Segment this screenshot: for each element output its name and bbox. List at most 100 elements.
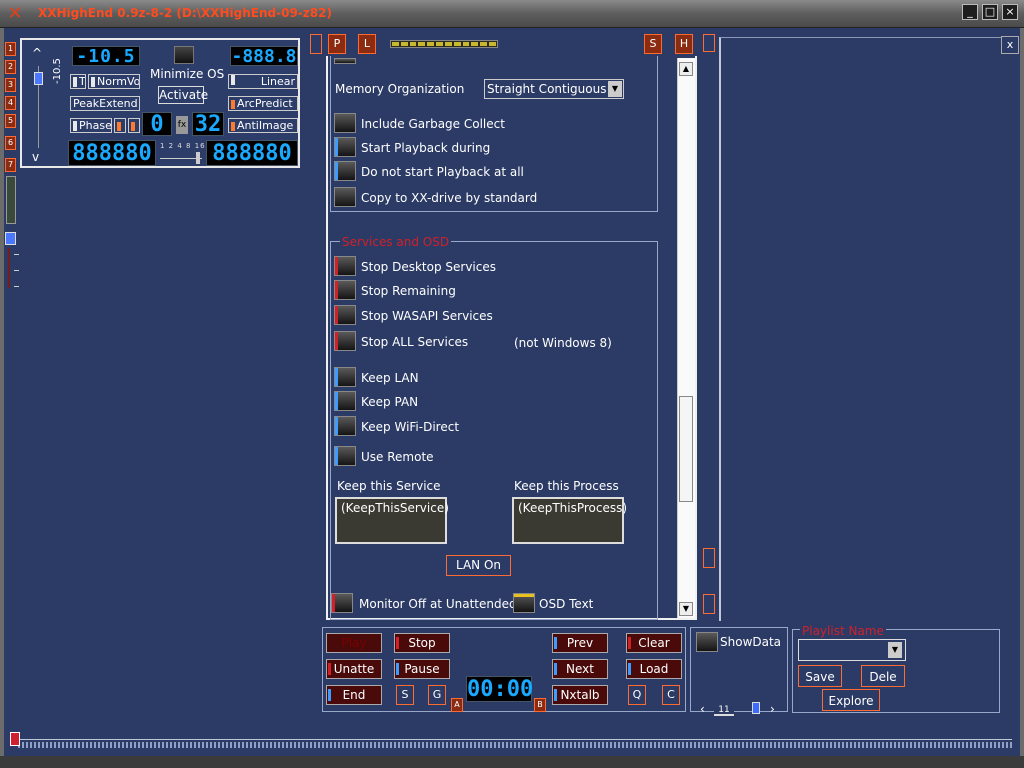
next-button[interactable]: Next [552, 659, 608, 679]
pause-button[interactable]: Pause [394, 659, 450, 679]
fx-button[interactable]: fx [176, 116, 188, 134]
unattended-button[interactable]: Unatte [326, 659, 382, 679]
b-marker-button[interactable]: B [534, 698, 546, 712]
strip-button-5[interactable]: 5 [5, 114, 16, 128]
volume-display: -10.5 [72, 46, 140, 67]
hidden-checkbox[interactable] [334, 58, 356, 64]
settings-scrollbar[interactable] [677, 58, 695, 618]
side-marker[interactable] [703, 594, 715, 614]
peak-extend-toggle[interactable]: PeakExtend [70, 96, 140, 111]
volume-slider-thumb[interactable] [34, 72, 43, 85]
keep-pan-checkbox[interactable] [334, 391, 356, 411]
monitor-off-checkbox[interactable] [331, 593, 353, 613]
position-thumb[interactable] [10, 732, 20, 746]
keep-process-input[interactable]: (KeepThisProcess) [512, 497, 627, 544]
c-button[interactable]: C [662, 685, 680, 705]
strip-button-7[interactable]: 7 [5, 158, 16, 172]
s-transport-button[interactable]: S [396, 685, 414, 705]
page-slider-thumb[interactable] [752, 702, 760, 714]
stop-desktop-label: Stop Desktop Services [361, 260, 496, 274]
h-button[interactable]: H [675, 34, 693, 54]
app-logo-icon[interactable]: ✕ [4, 3, 26, 25]
page-prev-icon[interactable]: ‹ [700, 702, 705, 716]
control-panel: ^ v -10.5 -10.5 Minimize OS -888.8 T Nor… [20, 38, 300, 168]
end-button[interactable]: End [326, 685, 382, 705]
keep-lan-checkbox[interactable] [334, 367, 356, 387]
stop-wasapi-checkbox[interactable] [334, 305, 356, 325]
scroll-up-icon[interactable]: ▲ [679, 62, 693, 76]
phase-toggle[interactable]: Phase [70, 118, 112, 133]
keep-service-input[interactable]: (KeepThisService) [335, 497, 449, 544]
scroll-down-icon[interactable]: ▼ [679, 602, 693, 616]
upsample-slider-thumb[interactable] [196, 152, 200, 164]
strip-button-6[interactable]: 6 [5, 136, 16, 150]
phase-sub-toggle-1[interactable] [114, 118, 126, 133]
side-marker[interactable] [703, 548, 715, 568]
next-album-button[interactable]: Nxtalb [552, 685, 608, 705]
t-toggle[interactable]: T [70, 74, 86, 89]
stop-desktop-checkbox[interactable] [334, 256, 356, 276]
side-marker[interactable] [310, 34, 322, 54]
start-playback-during-checkbox[interactable] [334, 137, 356, 157]
osd-text-checkbox[interactable] [513, 593, 535, 613]
stop-all-checkbox[interactable] [334, 331, 356, 351]
strip-button-2[interactable]: 2 [5, 60, 16, 74]
right-pane-close-button[interactable]: x [1001, 36, 1019, 54]
anti-image-toggle[interactable]: AntiImage [228, 118, 298, 133]
copy-xx-drive-checkbox[interactable] [334, 187, 356, 207]
phase-sub-toggle-2[interactable] [128, 118, 140, 133]
save-playlist-button[interactable]: Save [798, 665, 842, 687]
clear-button[interactable]: Clear [626, 633, 682, 653]
do-not-start-checkbox[interactable] [334, 161, 356, 181]
activate-button[interactable]: Activate [158, 86, 208, 104]
chevron-down-icon[interactable]: ▼ [608, 81, 622, 97]
s-button[interactable]: S [644, 34, 662, 54]
lan-on-button[interactable]: LAN On [446, 555, 511, 576]
normvol-toggle[interactable]: NormVo [88, 74, 140, 89]
level-bar [6, 176, 16, 224]
level-slider-thumb[interactable] [5, 232, 16, 245]
keep-process-label: Keep this Process [514, 479, 619, 493]
explore-button[interactable]: Explore [822, 689, 880, 711]
volume-down-icon[interactable]: v [32, 150, 39, 164]
chevron-down-icon[interactable]: ▼ [888, 642, 902, 658]
include-gc-checkbox[interactable] [334, 113, 356, 133]
volume-label: -10.5 [52, 58, 63, 84]
strip-button-4[interactable]: 4 [5, 96, 16, 110]
strip-button-1[interactable]: 1 [5, 42, 16, 56]
window-frame-right [1020, 28, 1024, 768]
delete-playlist-button[interactable]: Dele [861, 665, 905, 687]
memory-org-select[interactable]: Straight Contiguous [484, 79, 624, 99]
q-button[interactable]: Q [628, 685, 646, 705]
pause-label: Pause [404, 662, 440, 676]
prev-button[interactable]: Prev [552, 633, 608, 653]
l-button[interactable]: L [358, 34, 376, 54]
position-bar[interactable] [18, 742, 1012, 748]
showdata-checkbox[interactable] [696, 632, 718, 652]
g-transport-button[interactable]: G [428, 685, 446, 705]
minimize-button[interactable]: _ [962, 4, 978, 20]
indicator-icon [328, 689, 331, 701]
stop-button[interactable]: Stop [394, 633, 450, 653]
strip-button-3[interactable]: 3 [5, 78, 16, 92]
p-button[interactable]: P [328, 34, 346, 54]
minimize-os-toggle[interactable] [174, 46, 194, 64]
load-button[interactable]: Load [626, 659, 682, 679]
close-button[interactable]: × [1002, 4, 1018, 20]
use-remote-checkbox[interactable] [334, 446, 356, 466]
page-next-icon[interactable]: › [770, 702, 775, 716]
a-marker-button[interactable]: A [451, 698, 463, 712]
not-win8-note: (not Windows 8) [514, 336, 612, 350]
scrollbar-thumb[interactable] [679, 396, 693, 502]
arc-predict-toggle[interactable]: ArcPredict [228, 96, 298, 111]
volume-up-icon[interactable]: ^ [32, 46, 42, 60]
clear-label: Clear [638, 636, 670, 650]
showdata-label: ShowData [720, 635, 782, 649]
linear-toggle[interactable]: Linear [228, 74, 298, 89]
use-remote-label: Use Remote [361, 450, 434, 464]
play-button[interactable]: Play [326, 633, 382, 653]
side-marker[interactable] [703, 34, 715, 52]
maximize-button[interactable]: □ [982, 4, 998, 20]
keep-wifi-checkbox[interactable] [334, 416, 356, 436]
stop-remaining-checkbox[interactable] [334, 280, 356, 300]
